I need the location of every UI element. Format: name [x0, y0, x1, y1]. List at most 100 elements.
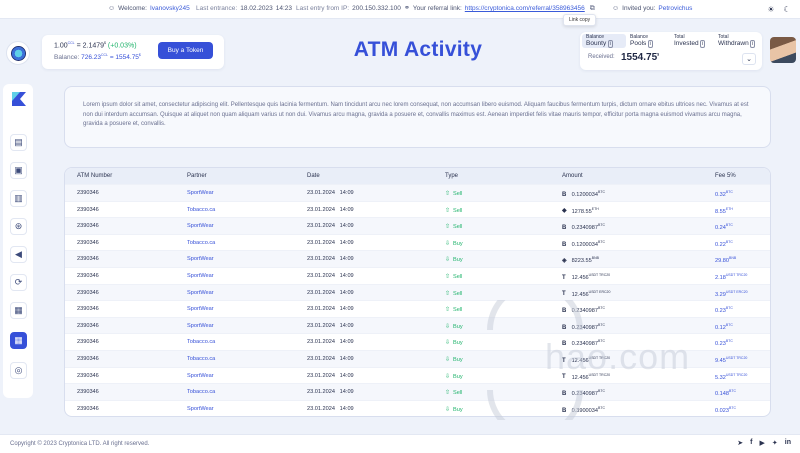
date-cell: 23.01.2024 14:09	[307, 256, 354, 262]
table-row[interactable]: 2390346 SportWear 23.01.2024 14:09 ⇧ Sell T 1…	[65, 283, 770, 301]
facebook-icon[interactable]: f	[750, 439, 752, 447]
invited-info: ☺ Invited you: Petrovichus	[612, 5, 692, 12]
table-row[interactable]: 2390346 SportWear 23.01.2024 14:09 ⇩ Buy B 0.…	[65, 316, 770, 334]
received-label: Received:	[588, 54, 615, 60]
fee-value: 0.32	[715, 191, 726, 198]
partner-link[interactable]: SportWear	[187, 273, 214, 279]
table-row[interactable]: 2390346 SportWear 23.01.2024 14:09 ⇧ Sell B 0…	[65, 217, 770, 234]
partner-link[interactable]: SportWear	[187, 190, 214, 196]
atm-number: 2390346	[77, 256, 99, 263]
partner-link[interactable]: Tobacco.ca	[187, 240, 215, 246]
table-row[interactable]: 2390346 SportWear 23.01.2024 14:09 ⇩ Buy ◈ 82…	[65, 250, 770, 267]
header-fee[interactable]: Fee 5%	[715, 173, 736, 179]
table-row[interactable]: 2390346 Tobacco.ca 23.01.2024 14:09 ⇧ Sell ◆ …	[65, 200, 770, 218]
table-row[interactable]: 2390346 Tobacco.ca 23.01.2024 14:09 ⇩ Buy B 0…	[65, 233, 770, 251]
fee-unit: USDT ERC20	[725, 289, 748, 294]
chevron-down-icon[interactable]: ⌄	[742, 53, 756, 65]
arrow-down-icon: ⇩	[445, 356, 451, 363]
amount-unit: USDT TRC20	[588, 272, 611, 277]
table-row[interactable]: 2390346 Tobacco.ca 23.01.2024 14:09 ⇩ Buy T 1…	[65, 349, 770, 367]
header-date[interactable]: Date	[307, 173, 320, 179]
atm-number: 2390346	[77, 372, 99, 379]
header-type[interactable]: Type	[445, 173, 458, 179]
coin-icon: B	[562, 407, 567, 414]
fee-cell: 0.023BTC	[715, 406, 736, 414]
support-icon[interactable]: ◎	[10, 362, 27, 379]
partner-link[interactable]: SportWear	[187, 256, 214, 262]
partner-link[interactable]: SportWear	[187, 306, 214, 312]
table-row[interactable]: 2390346 Tobacco.ca 23.01.2024 14:09 ⇩ Buy B 0…	[65, 333, 770, 350]
time-value: 14:09	[339, 190, 354, 196]
arrow-down-icon: ⇩	[445, 340, 451, 347]
table-row[interactable]: 2390346 SportWear 23.01.2024 14:09 ⇧ Sell T 1…	[65, 266, 770, 284]
balance-tab[interactable]: Balance Pools i	[626, 34, 670, 48]
fee-cell: 0.32BTC	[715, 190, 733, 198]
partner-link[interactable]: SportWear	[187, 323, 214, 329]
welcome-label: Welcome:	[118, 5, 147, 12]
username-link[interactable]: Ivanovsky245	[150, 5, 190, 12]
table-row[interactable]: 2390346 Tobacco.ca 23.01.2024 14:09 ⇧ Sell B …	[65, 383, 770, 400]
atm-number: 2390346	[77, 405, 99, 412]
amount-cell: B 0.1200034BTC	[562, 190, 605, 198]
copy-icon[interactable]: ⧉	[590, 5, 595, 12]
wallet-icon[interactable]: ▣	[10, 162, 27, 179]
partner-link[interactable]: SportWear	[187, 290, 214, 296]
twitter-icon[interactable]: ✦	[772, 439, 778, 447]
balance-tab[interactable]: Total Invested i	[670, 34, 714, 48]
table-row[interactable]: 2390346 SportWear 23.01.2024 14:09 ⇧ Sell B 0…	[65, 184, 770, 201]
atm-number: 2390346	[77, 239, 99, 246]
date-cell: 23.01.2024 14:09	[307, 223, 354, 229]
fee-cell: 0.148BTC	[715, 389, 736, 397]
partner-link[interactable]: Tobacco.ca	[187, 356, 215, 362]
avatar[interactable]	[770, 37, 796, 63]
table-row[interactable]: 2390346 SportWear 23.01.2024 14:09 ⇩ Buy T 12…	[65, 366, 770, 384]
amount-cell: T 12.456USDT ERC20	[562, 290, 610, 298]
info-icon: i	[699, 39, 706, 48]
type-value: Sell	[453, 307, 463, 314]
partner-link[interactable]: Tobacco.ca	[187, 207, 215, 213]
time-value: 14:09	[339, 239, 354, 246]
pools-icon[interactable]: ▦	[10, 302, 27, 319]
partner-link[interactable]: SportWear	[187, 373, 214, 379]
sun-icon[interactable]: ☀	[765, 3, 777, 15]
referral-link[interactable]: https://cryptonica.com/referral/35896345…	[465, 5, 585, 12]
atm-icon[interactable]: ▦	[10, 332, 27, 349]
atm-number: 2390346	[77, 206, 99, 213]
date-value: 23.01.2024	[307, 239, 335, 246]
telegram-icon[interactable]: ➤	[737, 439, 743, 447]
balance-tab[interactable]: Total Withdrawn i	[714, 34, 758, 48]
header-amount[interactable]: Amount	[562, 173, 583, 179]
table-row[interactable]: 2390346 SportWear 23.01.2024 14:09 ⇩ Buy B 0.…	[65, 399, 770, 416]
atm-number: 2390346	[77, 289, 99, 296]
target-icon[interactable]: ⊛	[10, 218, 27, 235]
fee-cell: 29.80BNB	[715, 256, 736, 264]
partner-link[interactable]: Tobacco.ca	[187, 389, 215, 395]
header-partner[interactable]: Partner	[187, 173, 207, 179]
exchange-icon[interactable]: ⟳	[10, 274, 27, 291]
partner-link[interactable]: Tobacco.ca	[187, 339, 215, 345]
header-atm-number[interactable]: ATM Number	[77, 173, 112, 179]
partner-link[interactable]: SportWear	[187, 223, 214, 229]
type-cell: ⇧ Sell	[445, 207, 462, 214]
moon-icon[interactable]: ☾	[781, 3, 793, 15]
invited-by-link[interactable]: Petrovichus	[658, 5, 692, 12]
date-cell: 23.01.2024 14:09	[307, 389, 354, 395]
dashboard-icon[interactable]: ▤	[10, 134, 27, 151]
brand-icon[interactable]	[10, 90, 28, 108]
welcome-info: ☺ Welcome: Ivanovsky245	[108, 5, 190, 12]
balance-tab[interactable]: Balance Bounty i	[582, 34, 626, 48]
arrow-up-icon: ⇧	[445, 191, 451, 197]
last-entrance-label: Last entrance:	[196, 5, 238, 12]
youtube-icon[interactable]: ▶	[760, 439, 765, 447]
amount-unit: BTC	[598, 405, 606, 410]
document-icon[interactable]: ▥	[10, 190, 27, 207]
linkedin-icon[interactable]: in	[785, 439, 791, 447]
date-value: 23.01.2024	[307, 405, 335, 412]
amount-unit: BTC	[598, 239, 606, 244]
partner-link[interactable]: SportWear	[187, 406, 214, 412]
coin-icon: B	[562, 308, 567, 315]
coin-icon: ◆	[562, 208, 567, 215]
type-value: Buy	[453, 257, 463, 264]
megaphone-icon[interactable]: ◀	[10, 246, 27, 263]
table-row[interactable]: 2390346 SportWear 23.01.2024 14:09 ⇧ Sell B 0…	[65, 300, 770, 317]
